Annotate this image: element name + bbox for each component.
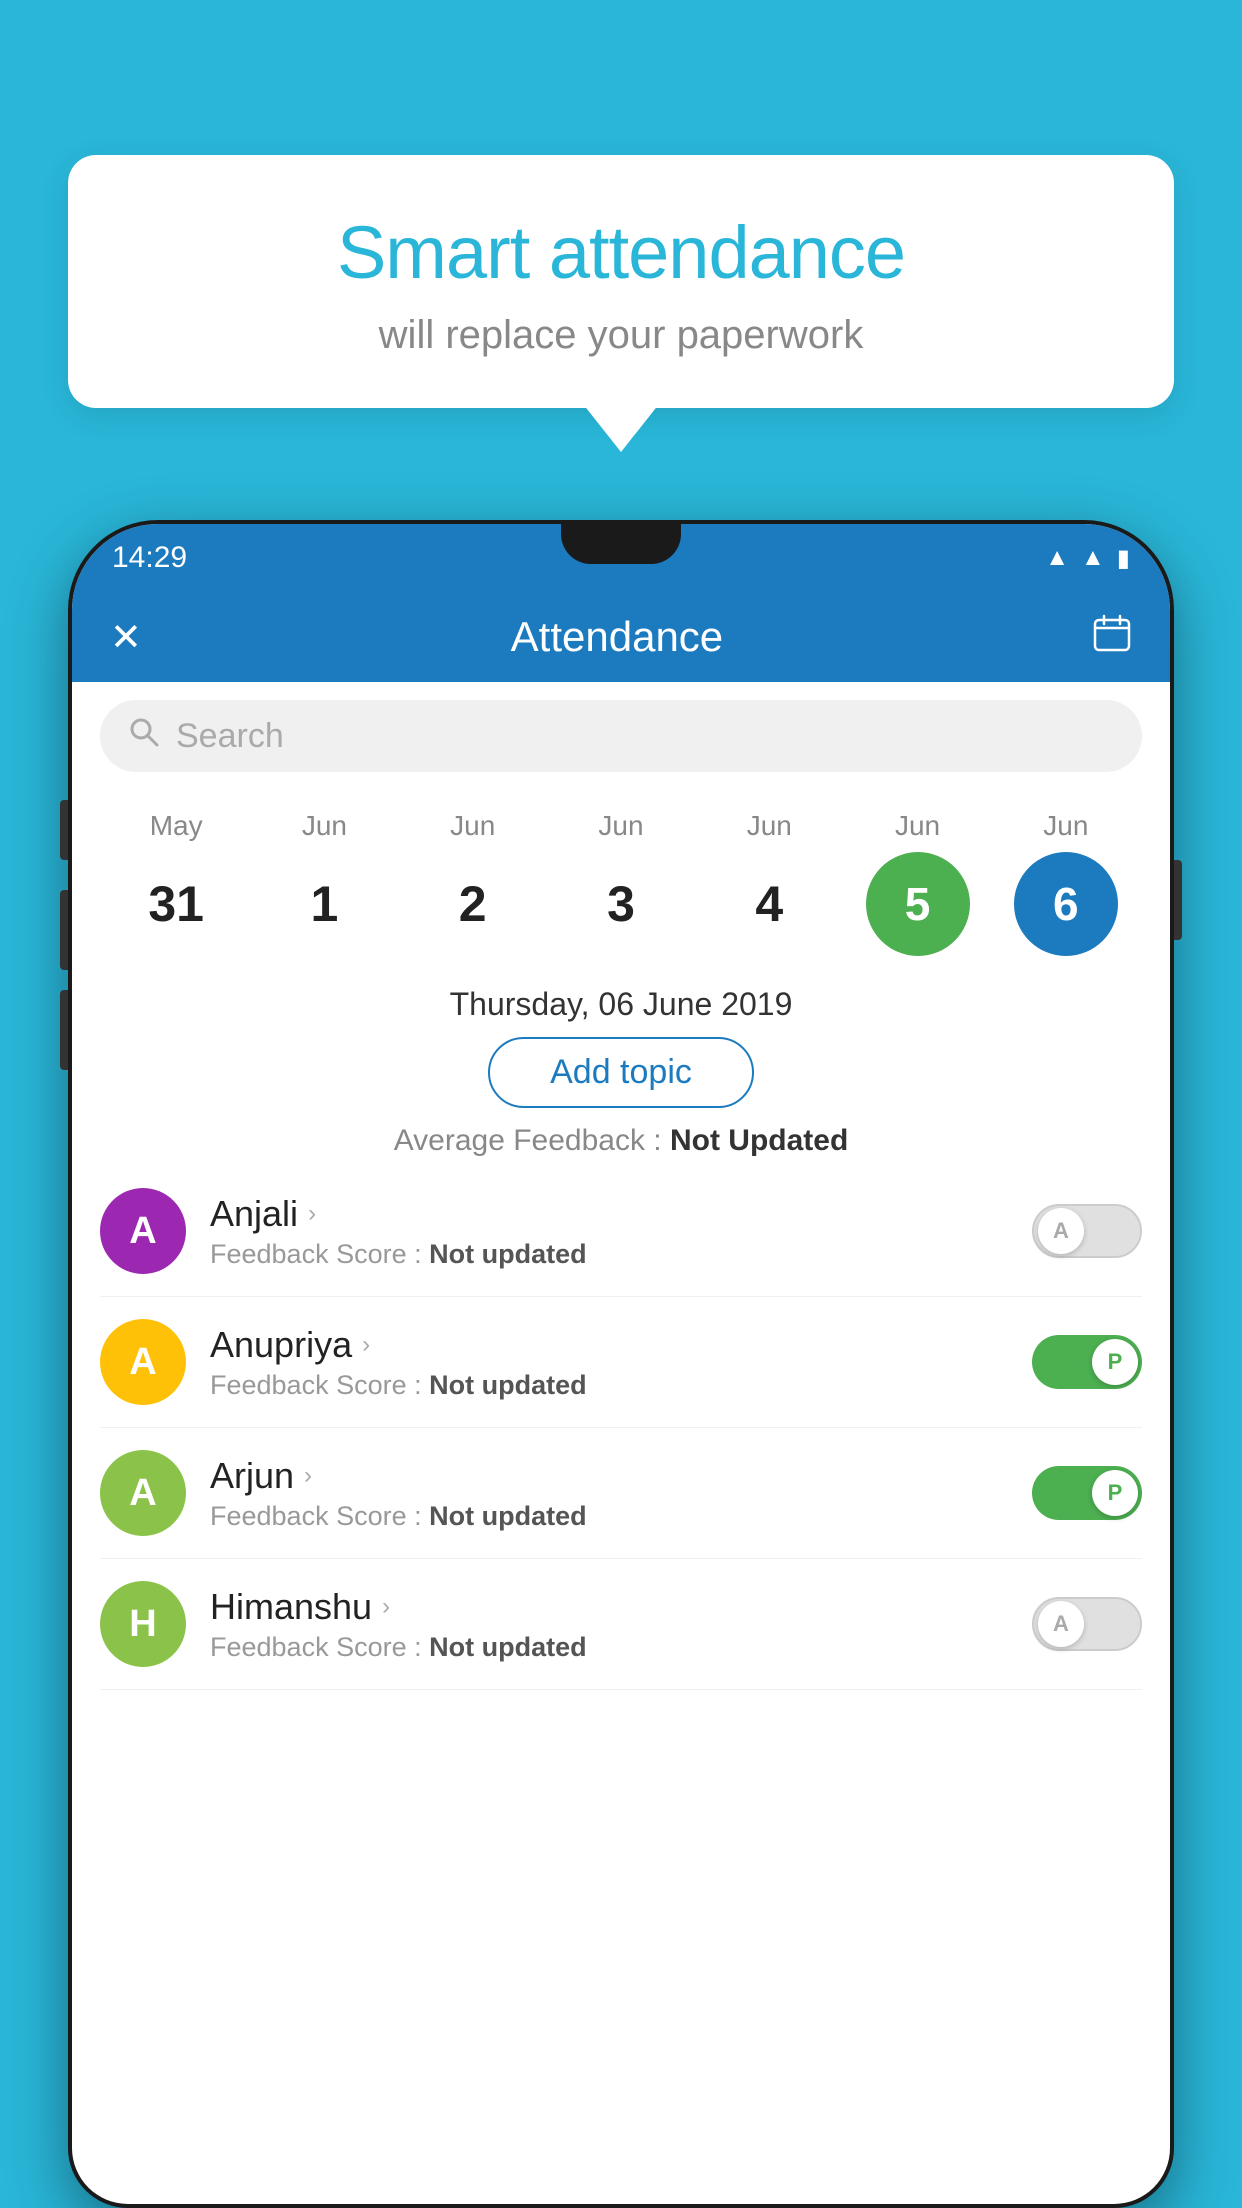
student-name-3: Himanshu › bbox=[210, 1586, 1008, 1628]
student-feedback-0: Feedback Score : Not updated bbox=[210, 1239, 1008, 1270]
attendance-toggle-1[interactable]: P bbox=[1032, 1335, 1142, 1389]
app-content: Search May Jun Jun Jun Jun Jun Jun 31 1 … bbox=[72, 682, 1170, 1690]
selected-date-label: Thursday, 06 June 2019 bbox=[72, 986, 1170, 1023]
student-info-3: Himanshu › Feedback Score : Not updated bbox=[210, 1586, 1008, 1663]
toggle-wrap-3[interactable]: A bbox=[1032, 1597, 1142, 1651]
feedback-avg-value: Not Updated bbox=[670, 1124, 848, 1157]
cal-month-4: Jun bbox=[709, 810, 829, 842]
cal-day-2[interactable]: 2 bbox=[413, 875, 533, 933]
student-item-0[interactable]: A Anjali › Feedback Score : Not updated … bbox=[100, 1166, 1142, 1297]
feedback-avg-label: Average Feedback : bbox=[394, 1124, 662, 1157]
search-bar[interactable]: Search bbox=[100, 700, 1142, 772]
student-feedback-3: Feedback Score : Not updated bbox=[210, 1632, 1008, 1663]
cal-day-0[interactable]: 31 bbox=[116, 875, 236, 933]
phone-btn-left3 bbox=[60, 990, 68, 1070]
attendance-toggle-0[interactable]: A bbox=[1032, 1204, 1142, 1258]
calendar-strip: May Jun Jun Jun Jun Jun Jun 31 1 2 3 4 5 bbox=[72, 790, 1170, 966]
student-info-2: Arjun › Feedback Score : Not updated bbox=[210, 1455, 1008, 1532]
student-avatar-2: A bbox=[100, 1450, 186, 1536]
app-header: ✕ Attendance bbox=[72, 592, 1170, 682]
student-feedback-1: Feedback Score : Not updated bbox=[210, 1370, 1008, 1401]
student-info-0: Anjali › Feedback Score : Not updated bbox=[210, 1193, 1008, 1270]
wifi-icon: ▲ bbox=[1045, 544, 1069, 572]
student-name-2: Arjun › bbox=[210, 1455, 1008, 1497]
chevron-icon-3: › bbox=[382, 1593, 390, 1621]
toggle-wrap-1[interactable]: P bbox=[1032, 1335, 1142, 1389]
cal-month-5: Jun bbox=[858, 810, 978, 842]
cal-day-1[interactable]: 1 bbox=[264, 875, 384, 933]
toggle-knob-2: P bbox=[1092, 1470, 1138, 1516]
cal-month-3: Jun bbox=[561, 810, 681, 842]
student-avatar-1: A bbox=[100, 1319, 186, 1405]
student-avatar-0: A bbox=[100, 1188, 186, 1274]
status-time: 14:29 bbox=[112, 541, 187, 575]
cal-month-0: May bbox=[116, 810, 236, 842]
attendance-toggle-3[interactable]: A bbox=[1032, 1597, 1142, 1651]
phone-btn-left1 bbox=[60, 800, 68, 860]
toggle-wrap-0[interactable]: A bbox=[1032, 1204, 1142, 1258]
phone-frame: 14:29 ▲ ▲ ▮ ✕ Attendance bbox=[68, 520, 1174, 2208]
bubble-title: Smart attendance bbox=[128, 210, 1114, 295]
close-button[interactable]: ✕ bbox=[110, 615, 142, 660]
average-feedback: Average Feedback : Not Updated bbox=[72, 1124, 1170, 1158]
status-icons: ▲ ▲ ▮ bbox=[1045, 544, 1130, 573]
student-item-2[interactable]: A Arjun › Feedback Score : Not updated P bbox=[100, 1428, 1142, 1559]
calendar-icon[interactable] bbox=[1092, 613, 1132, 662]
student-item-3[interactable]: H Himanshu › Feedback Score : Not update… bbox=[100, 1559, 1142, 1690]
cal-month-2: Jun bbox=[413, 810, 533, 842]
attendance-toggle-2[interactable]: P bbox=[1032, 1466, 1142, 1520]
cal-month-1: Jun bbox=[264, 810, 384, 842]
signal-icon: ▲ bbox=[1081, 544, 1105, 572]
calendar-days: 31 1 2 3 4 5 6 bbox=[92, 842, 1150, 956]
student-name-1: Anupriya › bbox=[210, 1324, 1008, 1366]
cal-day-3[interactable]: 3 bbox=[561, 875, 681, 933]
cal-day-5-wrap[interactable]: 5 bbox=[858, 852, 978, 956]
search-icon bbox=[128, 716, 160, 756]
phone-btn-left2 bbox=[60, 890, 68, 970]
student-feedback-2: Feedback Score : Not updated bbox=[210, 1501, 1008, 1532]
calendar-months: May Jun Jun Jun Jun Jun Jun bbox=[92, 810, 1150, 842]
bubble-subtitle: will replace your paperwork bbox=[128, 313, 1114, 358]
phone-btn-right bbox=[1174, 860, 1182, 940]
header-title: Attendance bbox=[172, 613, 1062, 661]
student-item-1[interactable]: A Anupriya › Feedback Score : Not update… bbox=[100, 1297, 1142, 1428]
cal-day-5[interactable]: 5 bbox=[866, 852, 970, 956]
search-placeholder: Search bbox=[176, 717, 284, 756]
toggle-wrap-2[interactable]: P bbox=[1032, 1466, 1142, 1520]
notch bbox=[561, 524, 681, 564]
cal-day-4[interactable]: 4 bbox=[709, 875, 829, 933]
toggle-knob-1: P bbox=[1092, 1339, 1138, 1385]
toggle-knob-0: A bbox=[1038, 1208, 1084, 1254]
chevron-icon-2: › bbox=[304, 1462, 312, 1490]
student-info-1: Anupriya › Feedback Score : Not updated bbox=[210, 1324, 1008, 1401]
chevron-icon-0: › bbox=[308, 1200, 316, 1228]
student-list: A Anjali › Feedback Score : Not updated … bbox=[72, 1166, 1170, 1690]
battery-icon: ▮ bbox=[1117, 544, 1130, 573]
cal-day-6[interactable]: 6 bbox=[1014, 852, 1118, 956]
chevron-icon-1: › bbox=[362, 1331, 370, 1359]
speech-bubble: Smart attendance will replace your paper… bbox=[68, 155, 1174, 408]
phone-inner: 14:29 ▲ ▲ ▮ ✕ Attendance bbox=[72, 524, 1170, 2204]
student-name-0: Anjali › bbox=[210, 1193, 1008, 1235]
add-topic-button[interactable]: Add topic bbox=[488, 1037, 754, 1108]
student-avatar-3: H bbox=[100, 1581, 186, 1667]
toggle-knob-3: A bbox=[1038, 1601, 1084, 1647]
cal-month-6: Jun bbox=[1006, 810, 1126, 842]
cal-day-6-wrap[interactable]: 6 bbox=[1006, 852, 1126, 956]
